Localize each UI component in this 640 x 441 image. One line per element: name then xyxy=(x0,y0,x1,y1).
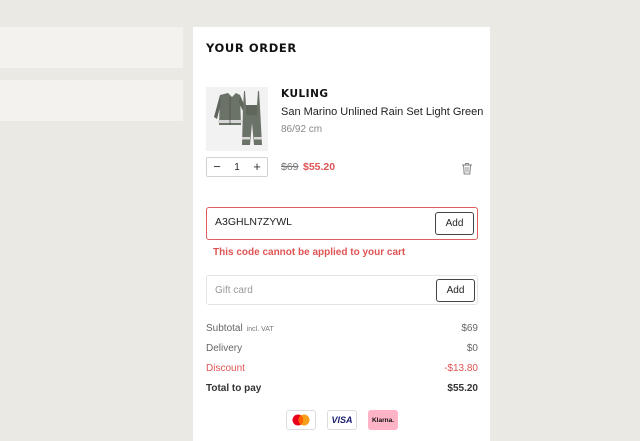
delivery-label: Delivery xyxy=(206,343,243,354)
total-row: Total to pay $55.20 xyxy=(206,383,478,394)
gift-card-field: Add xyxy=(206,275,478,305)
quantity-increase-button[interactable]: + xyxy=(251,160,263,173)
discount-row: Discount -$13.80 xyxy=(206,363,478,374)
product-brand: KULING xyxy=(281,88,329,100)
delivery-value: $0 xyxy=(466,343,478,354)
order-summary-panel: YOUR ORDER KULING San Marino Unlined Rai… xyxy=(193,27,490,441)
checkout-section-collapsed-1[interactable] xyxy=(0,27,183,68)
total-label: Total to pay xyxy=(206,383,262,394)
price-original: $69 xyxy=(281,161,299,173)
rain-set-image xyxy=(214,91,262,145)
mastercard-icon xyxy=(286,410,316,430)
discount-error-message: This code cannot be applied to your cart xyxy=(213,247,406,258)
product-name[interactable]: San Marino Unlined Rain Set Light Green xyxy=(281,106,483,118)
subtotal-label-group: Subtotal incl. VAT xyxy=(206,323,274,334)
product-size: 86/92 cm xyxy=(281,124,323,135)
subtotal-vat-note: incl. VAT xyxy=(246,326,274,333)
discount-label: Discount xyxy=(206,363,245,374)
checkout-section-collapsed-2[interactable] xyxy=(0,80,183,121)
subtotal-label: Subtotal xyxy=(206,323,243,334)
apply-gift-card-button[interactable]: Add xyxy=(436,279,475,302)
visa-icon: VISA xyxy=(327,410,357,430)
klarna-icon: Klarna. xyxy=(368,410,398,430)
product-image xyxy=(206,87,268,151)
quantity-value[interactable]: 1 xyxy=(234,162,240,173)
apply-discount-button[interactable]: Add xyxy=(435,212,474,235)
price-sale: $55.20 xyxy=(303,161,336,173)
trash-icon[interactable] xyxy=(461,160,473,175)
subtotal-value: $69 xyxy=(461,323,478,334)
quantity-decrease-button[interactable]: − xyxy=(211,160,223,173)
total-value: $55.20 xyxy=(447,383,478,394)
discount-code-input[interactable] xyxy=(215,216,415,228)
discount-value: -$13.80 xyxy=(444,363,478,374)
quantity-stepper: − 1 + xyxy=(206,157,268,177)
gift-card-input[interactable] xyxy=(215,285,415,296)
delivery-row: Delivery $0 xyxy=(206,343,478,354)
order-title: YOUR ORDER xyxy=(206,41,297,55)
subtotal-row: Subtotal incl. VAT $69 xyxy=(206,323,478,334)
discount-code-field: Add xyxy=(206,207,478,240)
